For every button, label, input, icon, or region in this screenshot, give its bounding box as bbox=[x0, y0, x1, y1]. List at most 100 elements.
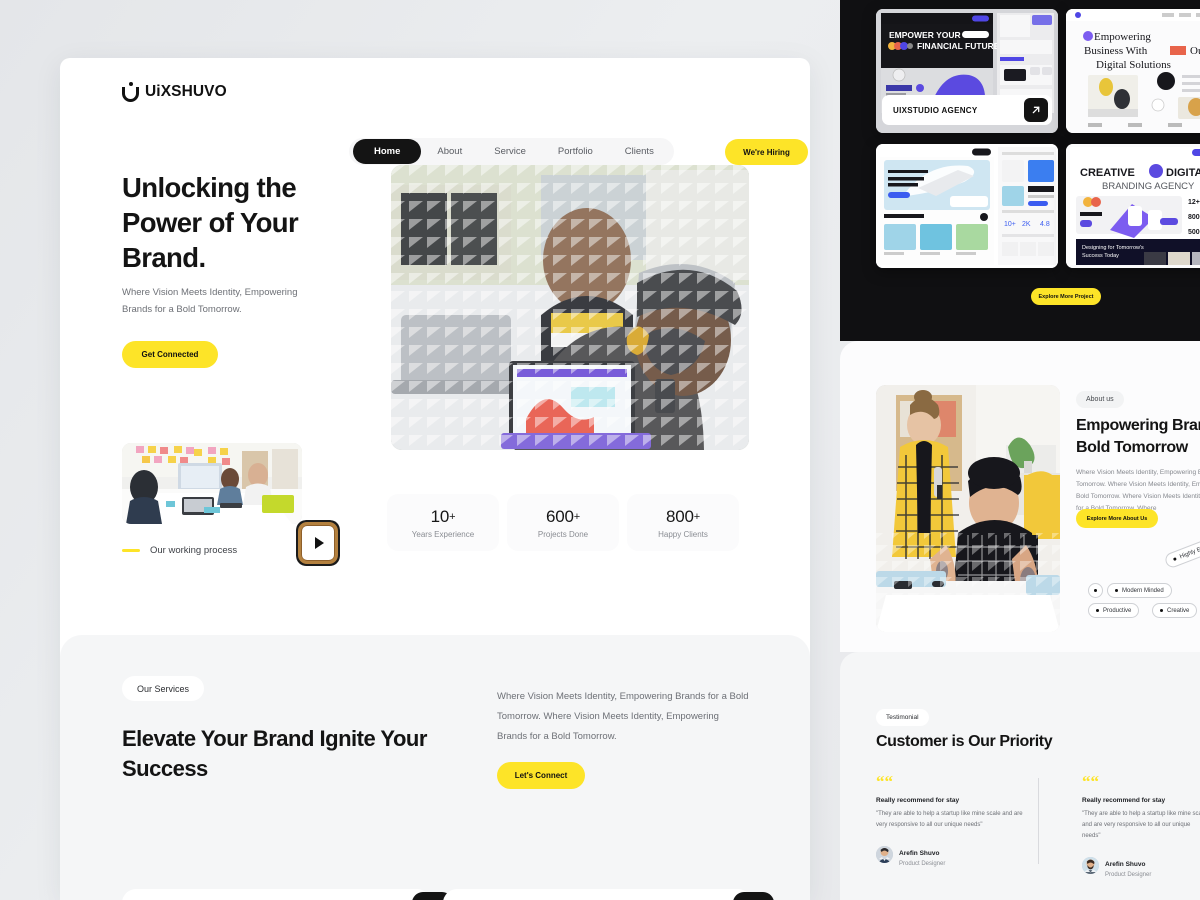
stat-card: 800+ Happy Clients bbox=[627, 494, 739, 551]
testimonial-heading: Really recommend for stay bbox=[1082, 797, 1166, 804]
chip-label: Highly Expert bbox=[1178, 541, 1200, 560]
about-title: Empowering Brands for a Bold Tomorrow bbox=[1076, 417, 1200, 456]
svg-text:Empowering: Empowering bbox=[1094, 31, 1151, 43]
portfolio-thumb[interactable]: Empowering Business With Our Digital Sol… bbox=[1066, 9, 1200, 133]
testimonial-author-name: Arefin Shuvo bbox=[1105, 861, 1146, 868]
portfolio-thumb[interactable]: 10+ 2K 4.8 bbox=[876, 144, 1058, 268]
stat-card: 10+ Years Experience bbox=[387, 494, 499, 551]
svg-text:DIGITAL: DIGITAL bbox=[1166, 167, 1200, 179]
hero-subtitle: Where Vision Meets Identity, Empowering … bbox=[122, 287, 298, 315]
play-video-button[interactable] bbox=[296, 520, 340, 566]
svg-text:CREATIVE: CREATIVE bbox=[1080, 167, 1135, 179]
about-image bbox=[876, 385, 1060, 632]
arrow-up-right-icon[interactable] bbox=[1024, 98, 1048, 122]
quote-icon: ““ bbox=[876, 772, 893, 791]
services-title: Elevate Your Brand Ignite Your Success bbox=[122, 726, 427, 781]
working-process-label: Our working process bbox=[150, 545, 238, 556]
get-connected-button[interactable]: Get Connected bbox=[122, 341, 218, 368]
svg-text:Success Today: Success Today bbox=[1082, 253, 1119, 259]
service-card-list bbox=[122, 889, 774, 900]
right-preview-column: EMPOWER YOUR FINANCIAL FUTURE UIXSTUDIO … bbox=[840, 0, 1200, 900]
working-process-caption: Our working process bbox=[122, 545, 237, 556]
nav-item-about[interactable]: About bbox=[421, 139, 478, 164]
stat-label: Years Experience bbox=[411, 529, 475, 539]
hero-image bbox=[391, 165, 749, 450]
stats-row: 10+ Years Experience 600+ Projects Done … bbox=[387, 494, 739, 551]
quote-icon: ““ bbox=[1082, 772, 1099, 791]
portfolio-thumb[interactable]: EMPOWER YOUR FINANCIAL FUTURE UIXSTUDIO … bbox=[876, 9, 1058, 133]
testimonial-quote: "They are able to help a startup like mi… bbox=[1082, 811, 1200, 839]
portfolio-thumb-art: CREATIVE DIGITAL BRANDING AGENCY 12+ 800… bbox=[1066, 144, 1200, 268]
logo-u-icon bbox=[122, 82, 139, 102]
arrow-up-right-icon[interactable] bbox=[733, 892, 774, 900]
explore-more-about-us-button[interactable]: Explore More About Us bbox=[1076, 509, 1158, 528]
svg-text:BRANDING AGENCY: BRANDING AGENCY bbox=[1102, 181, 1195, 192]
bullet-icon bbox=[1160, 609, 1163, 612]
nav-item-clients[interactable]: Clients bbox=[609, 139, 670, 164]
testimonial-section: Testimonial Customer is Our Priority ““ … bbox=[840, 652, 1200, 900]
chip-dot-icon bbox=[1088, 583, 1103, 598]
testimonial-quote: "They are able to help a startup like mi… bbox=[876, 811, 1023, 828]
stat-card: 600+ Projects Done bbox=[507, 494, 619, 551]
explore-more-project-button[interactable]: Explore More Project bbox=[1031, 288, 1101, 305]
avatar-art bbox=[1082, 857, 1099, 874]
svg-text:EMPOWER YOUR: EMPOWER YOUR bbox=[889, 30, 961, 40]
chip-productive[interactable]: Productive bbox=[1088, 603, 1140, 618]
screenshot-canvas: UiXSHUVO Home About Service Portfolio Cl… bbox=[0, 0, 1200, 900]
avatar bbox=[876, 846, 893, 863]
about-image-art bbox=[876, 385, 1060, 632]
bullet-icon bbox=[1115, 589, 1118, 592]
about-section: About us Empowering Brands for a Bold To… bbox=[840, 341, 1200, 652]
testimonial-author-role: Product Designer bbox=[1105, 872, 1152, 878]
svg-text:Digital Solutions: Digital Solutions bbox=[1096, 59, 1171, 71]
chip-modern-minded[interactable]: Modern Minded bbox=[1107, 583, 1172, 598]
portfolio-dark-section: EMPOWER YOUR FINANCIAL FUTURE UIXSTUDIO … bbox=[840, 0, 1200, 341]
testimonial-author: Arefin Shuvo Product Designer bbox=[876, 842, 1034, 867]
svg-text:Business With: Business With bbox=[1084, 45, 1148, 57]
testimonial-author-role: Product Designer bbox=[899, 861, 946, 867]
testimonial-card: ““ Really recommend for stay "They are a… bbox=[1052, 772, 1200, 878]
working-process-image bbox=[122, 443, 302, 524]
chip-label: Productive bbox=[1103, 607, 1132, 614]
stat-number: 800 bbox=[666, 506, 694, 526]
svg-text:Designing for Tomorrow's: Designing for Tomorrow's bbox=[1082, 245, 1144, 251]
services-body: Where Vision Meets Identity, Empowering … bbox=[497, 691, 749, 742]
svg-text:12+: 12+ bbox=[1188, 199, 1200, 206]
featured-project-bar[interactable]: UIXSTUDIO AGENCY bbox=[882, 95, 1052, 125]
bullet-icon bbox=[1096, 609, 1099, 612]
service-card[interactable] bbox=[122, 889, 453, 900]
testimonial-title: Customer is Our Priority bbox=[876, 733, 1053, 750]
nav-item-service[interactable]: Service bbox=[478, 139, 542, 164]
nav-item-portfolio[interactable]: Portfolio bbox=[542, 139, 609, 164]
stat-number: 10 bbox=[430, 506, 450, 526]
were-hiring-button[interactable]: We're Hiring bbox=[725, 139, 808, 165]
our-services-pill: Our Services bbox=[122, 676, 205, 701]
service-card[interactable] bbox=[443, 889, 774, 900]
portfolio-thumb[interactable]: CREATIVE DIGITAL BRANDING AGENCY 12+ 800… bbox=[1066, 144, 1200, 268]
landing-page-card: UiXSHUVO Home About Service Portfolio Cl… bbox=[60, 58, 810, 900]
about-body: Where Vision Meets Identity, Empowering … bbox=[1076, 469, 1200, 512]
stat-suffix: + bbox=[573, 510, 580, 523]
about-us-pill: About us bbox=[1076, 391, 1124, 408]
avatar-art bbox=[876, 846, 893, 863]
bullet-icon bbox=[1172, 557, 1177, 562]
svg-text:800+: 800+ bbox=[1188, 214, 1200, 221]
brand-logo[interactable]: UiXSHUVO bbox=[122, 82, 227, 102]
nav-item-home[interactable]: Home bbox=[353, 139, 422, 164]
stat-suffix: + bbox=[693, 510, 700, 523]
testimonial-author-name: Arefin Shuvo bbox=[899, 850, 940, 857]
testimonial-list: ““ Really recommend for stay "They are a… bbox=[876, 772, 1200, 878]
svg-text:10+: 10+ bbox=[1004, 221, 1016, 228]
lets-connect-button[interactable]: Let's Connect bbox=[497, 762, 585, 789]
portfolio-thumb-art: 10+ 2K 4.8 bbox=[876, 144, 1058, 268]
svg-text:4.8: 4.8 bbox=[1040, 221, 1050, 228]
working-process-art bbox=[122, 443, 302, 524]
chip-creative[interactable]: Creative bbox=[1152, 603, 1198, 618]
chip-highly-expert[interactable]: Highly Expert bbox=[1163, 534, 1200, 570]
svg-text:Our: Our bbox=[1190, 45, 1200, 57]
chip-label: Creative bbox=[1167, 607, 1190, 614]
chip-label: Modern Minded bbox=[1122, 587, 1164, 594]
main-nav: Home About Service Portfolio Clients bbox=[349, 138, 674, 165]
testimonial-author: Arefin Shuvo Product Designer bbox=[1082, 853, 1200, 878]
testimonial-card: ““ Really recommend for stay "They are a… bbox=[876, 772, 1052, 878]
